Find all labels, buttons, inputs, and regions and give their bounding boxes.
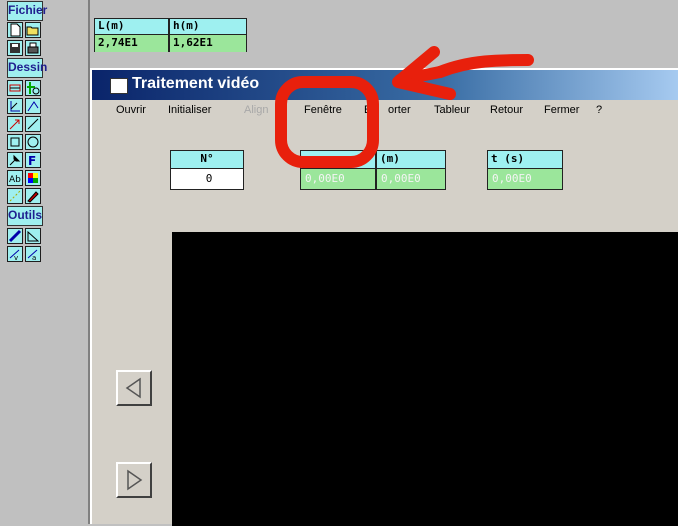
- tool-palette: Fichier Dessin F Ab Outils v a: [0, 0, 90, 524]
- readout-height: h(m) 1,62E1: [169, 18, 247, 52]
- pencil-icon[interactable]: [25, 188, 41, 204]
- vector-icon[interactable]: [25, 98, 41, 114]
- add-origin-icon[interactable]: [25, 80, 41, 96]
- readout-length-value: 2,74E1: [95, 35, 168, 52]
- readout-height-label: h(m): [170, 19, 246, 35]
- y-position-field: (m) 0,00E0: [376, 150, 446, 190]
- svg-text:F: F: [28, 154, 36, 167]
- frame-number-value[interactable]: 0: [170, 169, 244, 190]
- measure-rectangle-icon[interactable]: [7, 80, 23, 96]
- menu-bar: Ouvrir Initialiser Align Fenêtre E orter…: [92, 100, 678, 120]
- print-icon[interactable]: [25, 40, 41, 56]
- menu-ouvrir[interactable]: Ouvrir: [116, 100, 146, 120]
- arrow-draw-icon[interactable]: [7, 116, 23, 132]
- pin-icon[interactable]: [7, 152, 23, 168]
- time-label: t (s): [487, 150, 563, 169]
- app-icon: [110, 78, 128, 94]
- outils-header: Outils: [7, 206, 43, 226]
- save-icon[interactable]: [7, 40, 23, 56]
- menu-fenetre[interactable]: Fenêtre: [304, 100, 342, 120]
- axis-icon[interactable]: [7, 98, 23, 114]
- circle-icon[interactable]: [25, 134, 41, 150]
- new-file-icon[interactable]: [7, 22, 23, 38]
- time-field: t (s) 0,00E0: [487, 150, 563, 190]
- text-icon[interactable]: Ab: [7, 170, 23, 186]
- menu-tableur[interactable]: Tableur: [434, 100, 470, 120]
- video-window: Traitement vidéo Ouvrir Initialiser Alig…: [90, 68, 678, 526]
- dessin-header: Dessin: [7, 58, 47, 78]
- force-icon[interactable]: F: [25, 152, 41, 168]
- svg-text:Ab: Ab: [9, 175, 21, 185]
- menu-exporter[interactable]: orter: [388, 100, 411, 120]
- protractor-icon[interactable]: [25, 228, 41, 244]
- readout-height-value: 1,62E1: [170, 35, 246, 52]
- previous-frame-button[interactable]: [116, 370, 152, 406]
- x-position-label: [300, 150, 376, 169]
- window-title: Traitement vidéo: [132, 75, 260, 92]
- color-palette-icon[interactable]: [25, 170, 41, 186]
- ruler-icon[interactable]: [7, 228, 23, 244]
- time-value: 0,00E0: [487, 169, 563, 190]
- svg-text:a: a: [32, 254, 36, 261]
- frame-number-field: N° 0: [170, 150, 244, 190]
- svg-text:v: v: [14, 254, 18, 261]
- menu-help[interactable]: ?: [596, 100, 602, 120]
- readout-length-label: L(m): [95, 19, 168, 35]
- next-frame-button[interactable]: [116, 462, 152, 498]
- square-icon[interactable]: [7, 134, 23, 150]
- x-position-field: 0,00E0: [300, 150, 376, 190]
- vector-v-icon[interactable]: v: [7, 246, 23, 262]
- menu-exporter-start[interactable]: E: [364, 100, 371, 120]
- y-position-value: 0,00E0: [376, 169, 446, 190]
- menu-initialiser[interactable]: Initialiser: [168, 100, 211, 120]
- y-position-label: (m): [376, 150, 446, 169]
- menu-retour[interactable]: Retour: [490, 100, 523, 120]
- triangle-left-icon: [125, 377, 141, 399]
- readout-length: L(m) 2,74E1: [94, 18, 169, 52]
- fichier-header: Fichier: [7, 1, 47, 21]
- dotted-line-icon[interactable]: [7, 188, 23, 204]
- open-folder-icon[interactable]: [25, 22, 41, 38]
- x-position-value: 0,00E0: [300, 169, 376, 190]
- menu-aligner: Align: [244, 104, 269, 116]
- video-frame[interactable]: [172, 232, 678, 526]
- window-titlebar[interactable]: Traitement vidéo: [92, 70, 678, 100]
- line-icon[interactable]: [25, 116, 41, 132]
- triangle-right-icon: [127, 469, 143, 491]
- frame-number-label: N°: [170, 150, 244, 169]
- menu-fermer[interactable]: Fermer: [544, 100, 579, 120]
- vector-a-icon[interactable]: a: [25, 246, 41, 262]
